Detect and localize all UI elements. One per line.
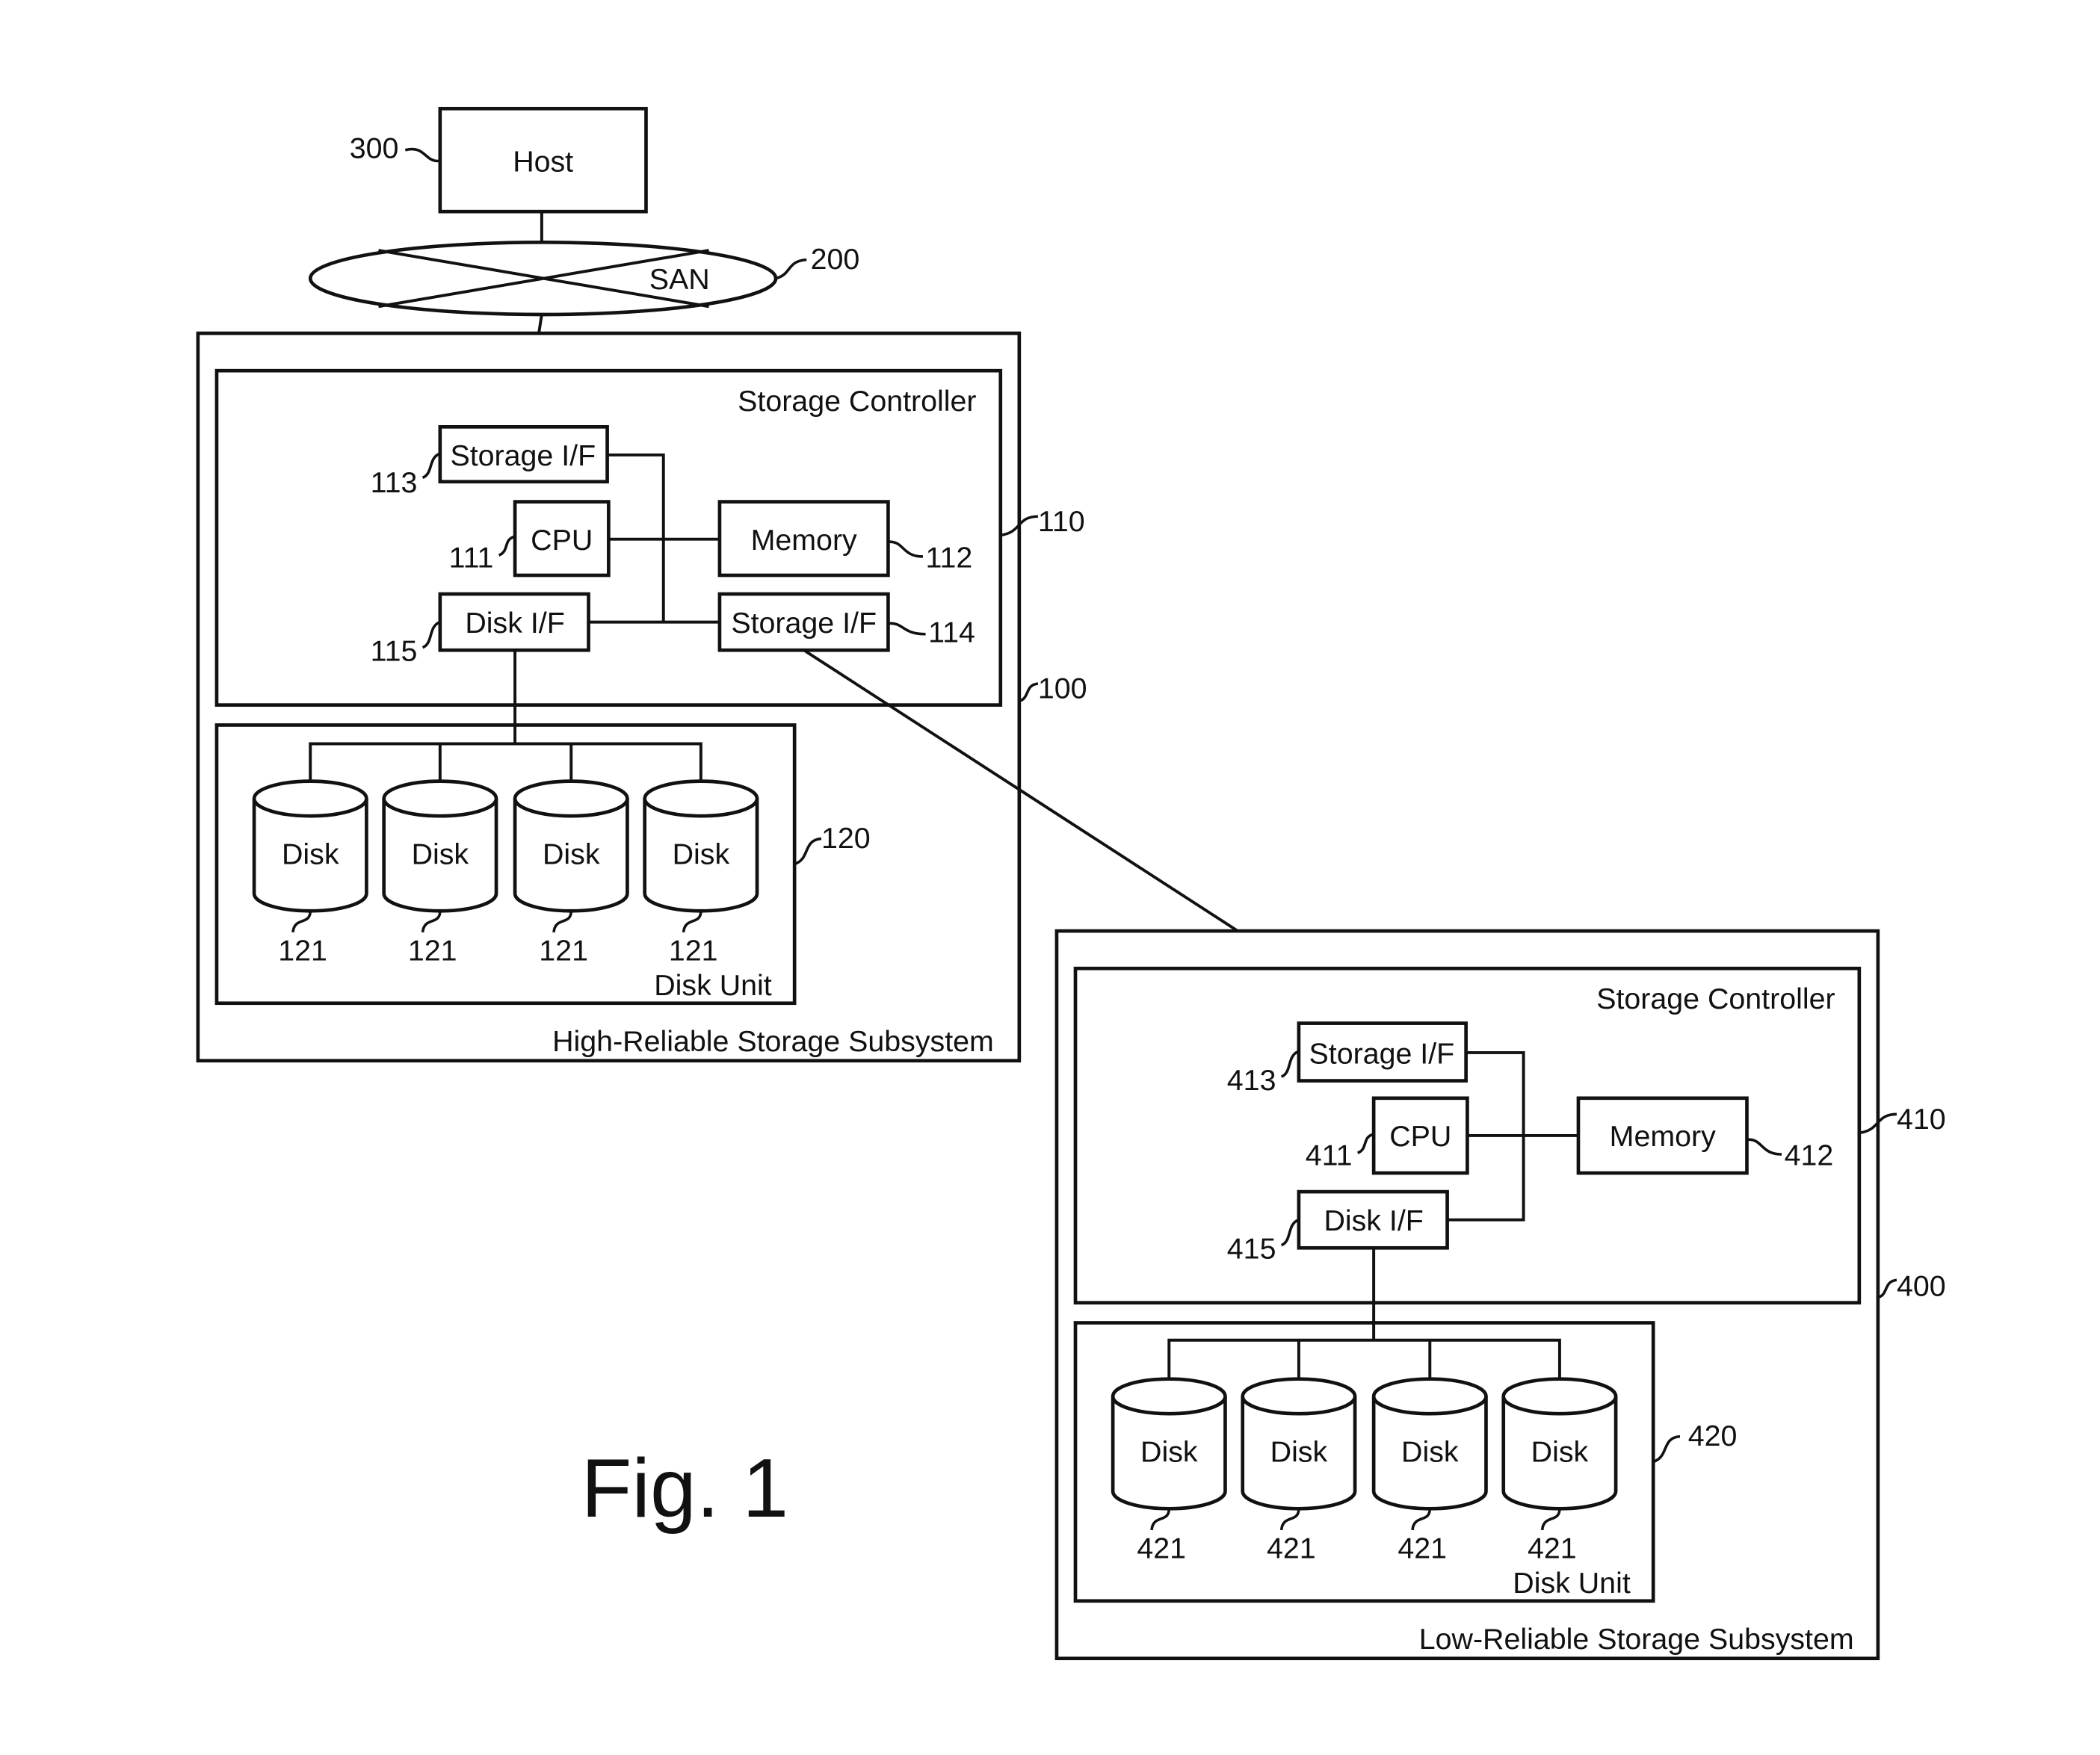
low-subsystem-ref: 400 [1897, 1270, 1946, 1303]
disk-ref: 421 [1137, 1532, 1186, 1565]
san-ref-leader [775, 258, 807, 280]
disk-ref: 121 [408, 934, 457, 967]
low-disk-if-label: Disk I/F [1324, 1204, 1423, 1237]
high-disk-if-label: Disk I/F [465, 607, 564, 640]
disk-top-icon [1501, 1377, 1618, 1416]
high-cpu-label: CPU [531, 524, 593, 557]
disk-top-icon [1111, 1377, 1227, 1416]
high-disk-unit-label: Disk Unit [654, 969, 772, 1002]
host-label: Host [513, 145, 573, 178]
storage-system-diagram: Host 300 SAN 200 High-Reliable Storage S… [196, 107, 1946, 1661]
san-ref: 200 [811, 243, 860, 276]
low-memory-ref: 412 [1785, 1139, 1834, 1171]
disk-top-icon [643, 779, 759, 818]
high-storage-if-113-label: Storage I/F [450, 439, 596, 472]
high-cpu-ref: 111 [449, 541, 494, 574]
low-storage-if-413-ref: 413 [1227, 1064, 1276, 1097]
low-disk-unit-label: Disk Unit [1513, 1567, 1631, 1600]
host-node: Host 300 [350, 107, 648, 214]
high-storage-if-113-ref: 113 [371, 466, 418, 499]
high-memory-ref: 112 [926, 541, 973, 574]
disk-label: Disk [1531, 1436, 1589, 1469]
disk-top-icon [1241, 1377, 1357, 1416]
disk-top-icon [1371, 1377, 1488, 1416]
disk-label: Disk [282, 838, 339, 871]
low-storage-if-413-label: Storage I/F [1309, 1037, 1455, 1070]
disk-ref: 121 [539, 934, 588, 967]
disk-label: Disk [673, 838, 730, 871]
high-memory-label: Memory [751, 524, 857, 557]
high-disk-unit-ref: 120 [821, 822, 871, 855]
disk-ref: 121 [669, 934, 718, 967]
low-memory-label: Memory [1610, 1120, 1716, 1153]
figure-caption: Fig. 1 [581, 1442, 789, 1535]
disk-top-icon [382, 779, 498, 818]
disk-top-icon [252, 779, 368, 818]
low-cpu-label: CPU [1389, 1120, 1451, 1153]
low-subsystem-label: Low-Reliable Storage Subsystem [1419, 1623, 1854, 1656]
disk-ref: 421 [1267, 1532, 1316, 1565]
host-ref-leader [404, 147, 441, 163]
disk-ref: 421 [1398, 1532, 1447, 1565]
high-subsystem-label: High-Reliable Storage Subsystem [552, 1025, 994, 1058]
high-controller-ref: 110 [1038, 505, 1085, 538]
disk-label: Disk [412, 838, 469, 871]
high-storage-if-114-ref: 114 [928, 616, 975, 649]
low-disk-if-ref: 415 [1227, 1233, 1276, 1266]
low-subsystem-ref-leader [1877, 1278, 1897, 1299]
disk-ref: 121 [278, 934, 327, 967]
disk-label: Disk [1270, 1436, 1328, 1469]
high-controller-label: Storage Controller [738, 385, 976, 418]
disk-label: Disk [1401, 1436, 1459, 1469]
san-label: SAN [649, 263, 710, 296]
low-controller-label: Storage Controller [1596, 982, 1835, 1015]
host-ref: 300 [350, 132, 399, 165]
disk-ref: 421 [1528, 1532, 1577, 1565]
low-disk-unit-ref: 420 [1688, 1420, 1738, 1452]
san-node: SAN 200 [308, 241, 860, 317]
disk-label: Disk [543, 838, 600, 871]
high-reliable-subsystem: High-Reliable Storage Subsystem 100 Stor… [196, 331, 1087, 1063]
high-storage-if-114-label: Storage I/F [731, 607, 877, 640]
high-subsystem-ref-leader [1019, 682, 1039, 702]
disk-label: Disk [1140, 1436, 1198, 1469]
low-reliable-subsystem: Low-Reliable Storage Subsystem 400 Stora… [1054, 929, 1946, 1661]
low-cpu-ref: 411 [1306, 1139, 1353, 1171]
low-controller-ref: 410 [1897, 1103, 1946, 1136]
disk-top-icon [513, 779, 629, 818]
high-disk-if-ref: 115 [371, 635, 418, 668]
high-subsystem-ref: 100 [1038, 672, 1087, 705]
